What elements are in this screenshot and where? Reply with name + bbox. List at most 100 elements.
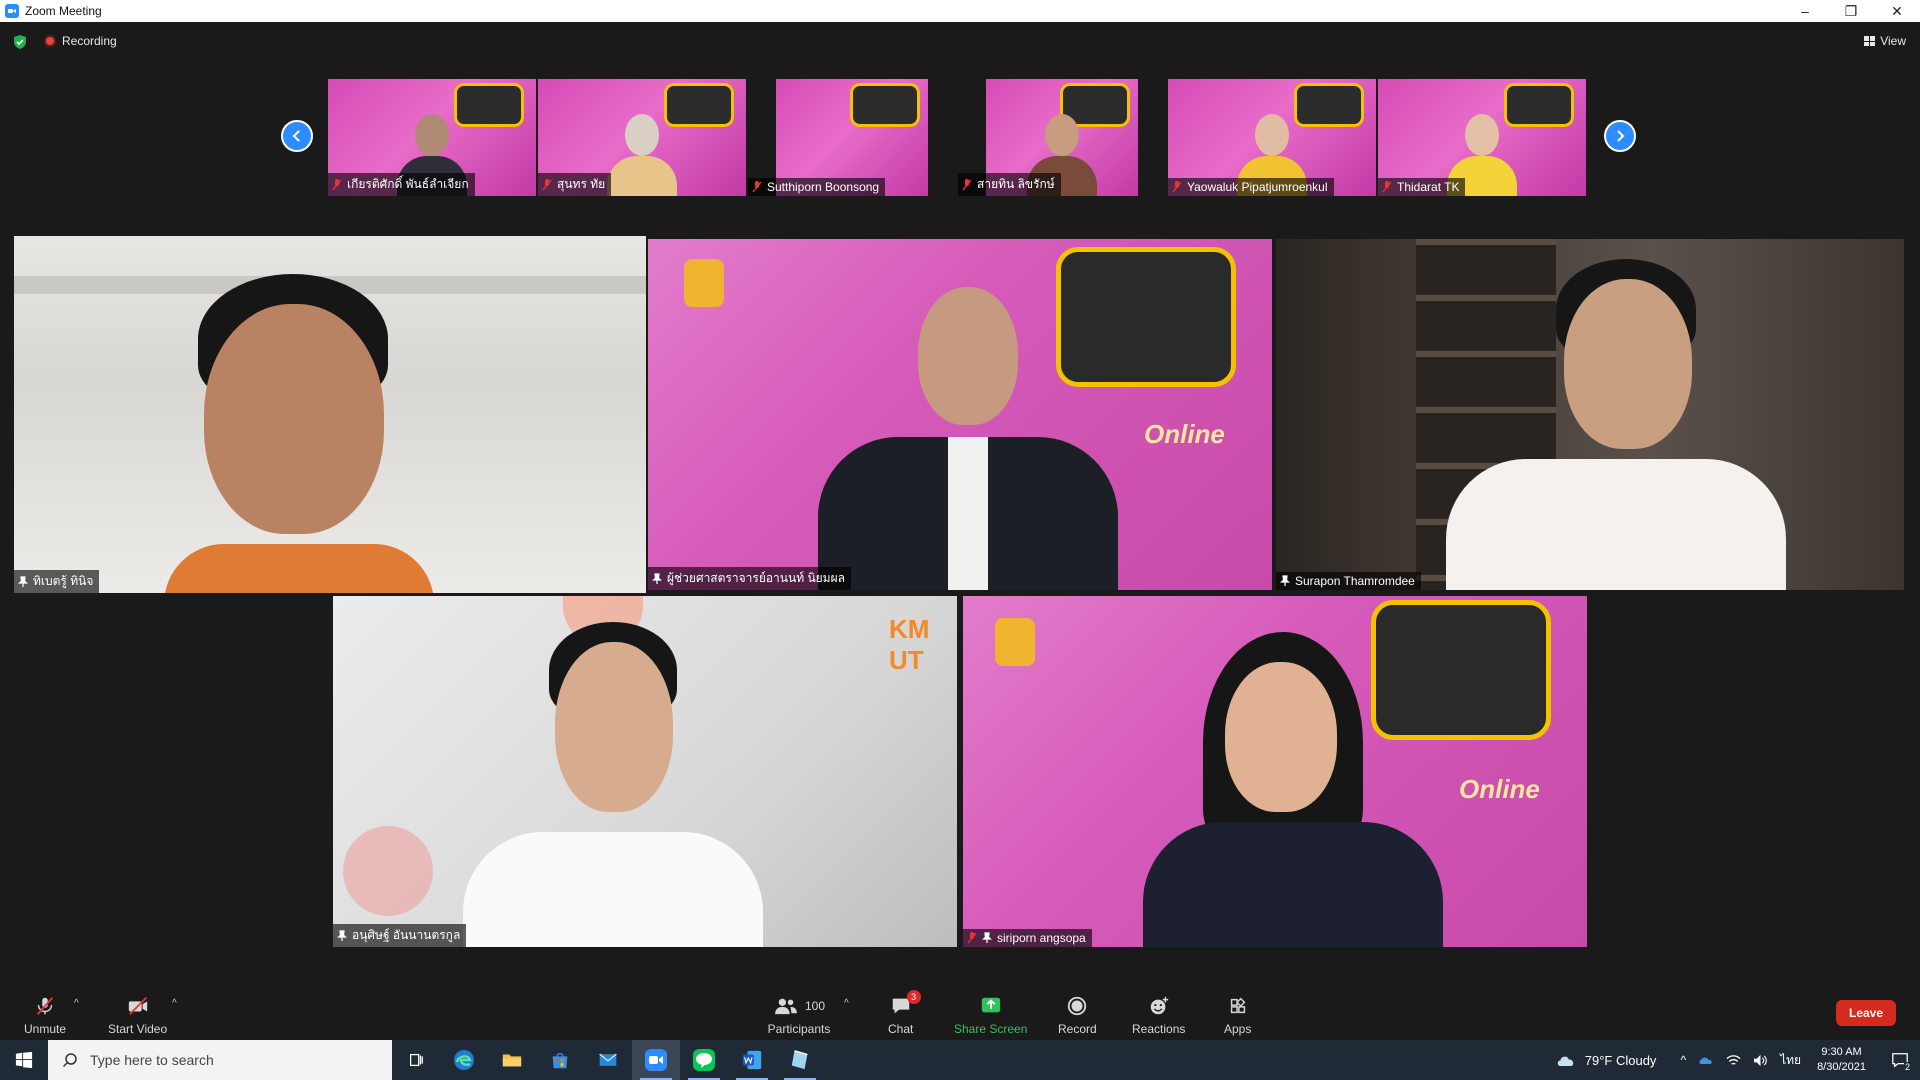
participant-video [1446, 259, 1786, 590]
taskbar-zoom[interactable] [632, 1040, 680, 1080]
view-button[interactable]: View [1864, 34, 1906, 48]
participant-thumbnail[interactable]: Thidarat TK [1378, 79, 1586, 196]
participant-nametag: Surapon Thamromdee [1276, 572, 1421, 590]
participants-options-caret[interactable]: ^ [844, 998, 849, 1009]
start-video-button[interactable]: Start Video [108, 994, 167, 1036]
chat-icon: 3 [889, 990, 921, 1018]
taskbar-word[interactable] [728, 1040, 776, 1080]
restore-button[interactable]: ❐ [1828, 0, 1874, 22]
leave-button[interactable]: Leave [1836, 1000, 1896, 1026]
share-screen-icon [979, 994, 1003, 1018]
video-tile[interactable]: Surapon Thamromdee [1276, 239, 1904, 590]
participant-name: ทิเบตรู้ ทินิจ [33, 574, 94, 588]
participant-name: Sutthiporn Boonsong [767, 180, 880, 194]
weather-widget[interactable]: 79°F Cloudy [1555, 1053, 1656, 1068]
video-options-caret[interactable]: ^ [172, 998, 177, 1009]
faculty-logo [684, 259, 724, 307]
record-label: Record [1058, 1022, 1097, 1036]
mic-muted-icon [542, 178, 552, 190]
mic-muted-icon [33, 994, 57, 1018]
meeting-top-bar: Recording View [0, 22, 1920, 62]
taskbar-edge[interactable] [440, 1040, 488, 1080]
system-tray: 79°F Cloudy ^ ไทย 9:30 AM 8/30/2021 2 [1555, 1040, 1920, 1080]
taskbar-search-box[interactable]: Type here to search [48, 1040, 392, 1080]
video-tile-active-speaker[interactable]: ทิเบตรู้ ทินิจ [14, 236, 646, 593]
previous-page-button[interactable] [281, 120, 313, 152]
pin-icon [337, 929, 347, 941]
participant-nametag: สายทิน ลิขรักษ์ [958, 173, 1061, 196]
taskbar-microsoft-store[interactable] [536, 1040, 584, 1080]
share-screen-button[interactable]: Share Screen [954, 994, 1027, 1036]
participant-thumbnail[interactable]: เกียรติศักดิ์ พันธ์ลำเจียก [328, 79, 536, 196]
participant-nametag: เกียรติศักดิ์ พันธ์ลำเจียก [328, 173, 475, 196]
participant-nametag: Sutthiporn Boonsong [748, 178, 886, 196]
close-button[interactable]: ✕ [1874, 0, 1920, 22]
folder-icon [502, 1054, 522, 1067]
kmutt-logo: KM UT [889, 614, 930, 675]
word-document-icon [742, 1050, 762, 1070]
start-button[interactable] [0, 1040, 48, 1080]
unmute-button[interactable]: Unmute [24, 994, 66, 1036]
participant-thumbnail[interactable]: Yaowaluk Pipatjumroenkul [1168, 79, 1376, 196]
participant-video [1143, 632, 1443, 947]
participant-name: Yaowaluk Pipatjumroenkul [1187, 180, 1328, 194]
taskbar-snipping-tool[interactable] [776, 1040, 824, 1080]
mic-muted-icon [332, 178, 342, 190]
reactions-button[interactable]: Reactions [1132, 994, 1185, 1036]
pin-icon [982, 932, 992, 943]
taskbar-clock[interactable]: 9:30 AM 8/30/2021 [1817, 1045, 1866, 1075]
chat-unread-badge: 3 [906, 990, 921, 1004]
video-tile[interactable]: KM UT อนุศิษฐ์ อันนานตรกูล [333, 596, 957, 947]
recording-indicator[interactable]: Recording [44, 34, 117, 48]
participant-nametag: ทิเบตรู้ ทินิจ [14, 570, 100, 593]
window-title: Zoom Meeting [25, 4, 102, 18]
participant-nametag: สุนทร ทัย [538, 173, 612, 196]
action-center-button[interactable]: 2 [1880, 1040, 1920, 1080]
wifi-icon[interactable] [1726, 1054, 1741, 1067]
taskbar-file-explorer[interactable] [488, 1040, 536, 1080]
security-shield-icon[interactable] [12, 34, 28, 50]
participant-thumbnail[interactable]: Sutthiporn Boonsong [748, 79, 956, 196]
chat-label: Chat [888, 1022, 914, 1036]
participant-video [818, 287, 1118, 590]
mic-muted-icon [967, 932, 977, 944]
video-tile[interactable]: Online ผู้ช่วยศาสตราจารย์อานนท์ นิยมผล [648, 239, 1272, 590]
windows-logo-icon [15, 1051, 33, 1069]
chevron-up-icon[interactable]: ^ [1680, 1053, 1686, 1067]
input-language[interactable]: ไทย [1780, 1051, 1801, 1070]
next-page-button[interactable] [1604, 120, 1636, 152]
reactions-label: Reactions [1132, 1022, 1186, 1036]
view-label: View [1880, 34, 1906, 48]
recording-label: Recording [62, 34, 117, 48]
start-video-label: Start Video [108, 1022, 168, 1036]
online-graphic: Online [1459, 774, 1540, 804]
pin-icon [18, 575, 28, 587]
faculty-logo [995, 618, 1035, 666]
zoom-app-icon [645, 1049, 667, 1071]
minimize-button[interactable]: – [1782, 0, 1828, 22]
apps-label: Apps [1224, 1022, 1252, 1036]
task-view-button[interactable] [392, 1040, 440, 1080]
participant-name: siriporn angsopa [997, 931, 1086, 945]
grid-view-icon [1864, 36, 1876, 46]
snipping-tool-icon [791, 1050, 808, 1070]
meeting-area: Recording View เกียรติศักดิ์ พันธ์ลำเจีย… [0, 22, 1920, 1040]
share-screen-label: Share Screen [954, 1022, 1028, 1036]
speaker-volume-icon[interactable] [1753, 1054, 1768, 1067]
audio-options-caret[interactable]: ^ [74, 998, 79, 1009]
chat-button[interactable]: 3 Chat [888, 990, 921, 1036]
apps-button[interactable]: Apps [1224, 994, 1251, 1036]
onedrive-cloud-icon[interactable] [1698, 1055, 1714, 1065]
cloud-icon [1557, 1056, 1573, 1066]
pin-icon [1280, 575, 1290, 586]
record-button[interactable]: Record [1058, 994, 1097, 1036]
participants-button[interactable]: 100 Participants [764, 994, 834, 1036]
video-tile[interactable]: Online siriporn angsopa [963, 596, 1587, 947]
participant-thumbnail[interactable]: สายทิน ลิขรักษ์ [958, 79, 1166, 196]
participant-name: อนุศิษฐ์ อันนานตรกูล [352, 928, 461, 942]
task-view-icon [409, 1053, 423, 1067]
taskbar-line[interactable] [680, 1040, 728, 1080]
participant-thumbnail[interactable]: สุนทร ทัย [538, 79, 746, 196]
meeting-controls: Unmute ^ Start Video ^ 100 Participants … [0, 982, 1920, 1040]
taskbar-mail[interactable] [584, 1040, 632, 1080]
